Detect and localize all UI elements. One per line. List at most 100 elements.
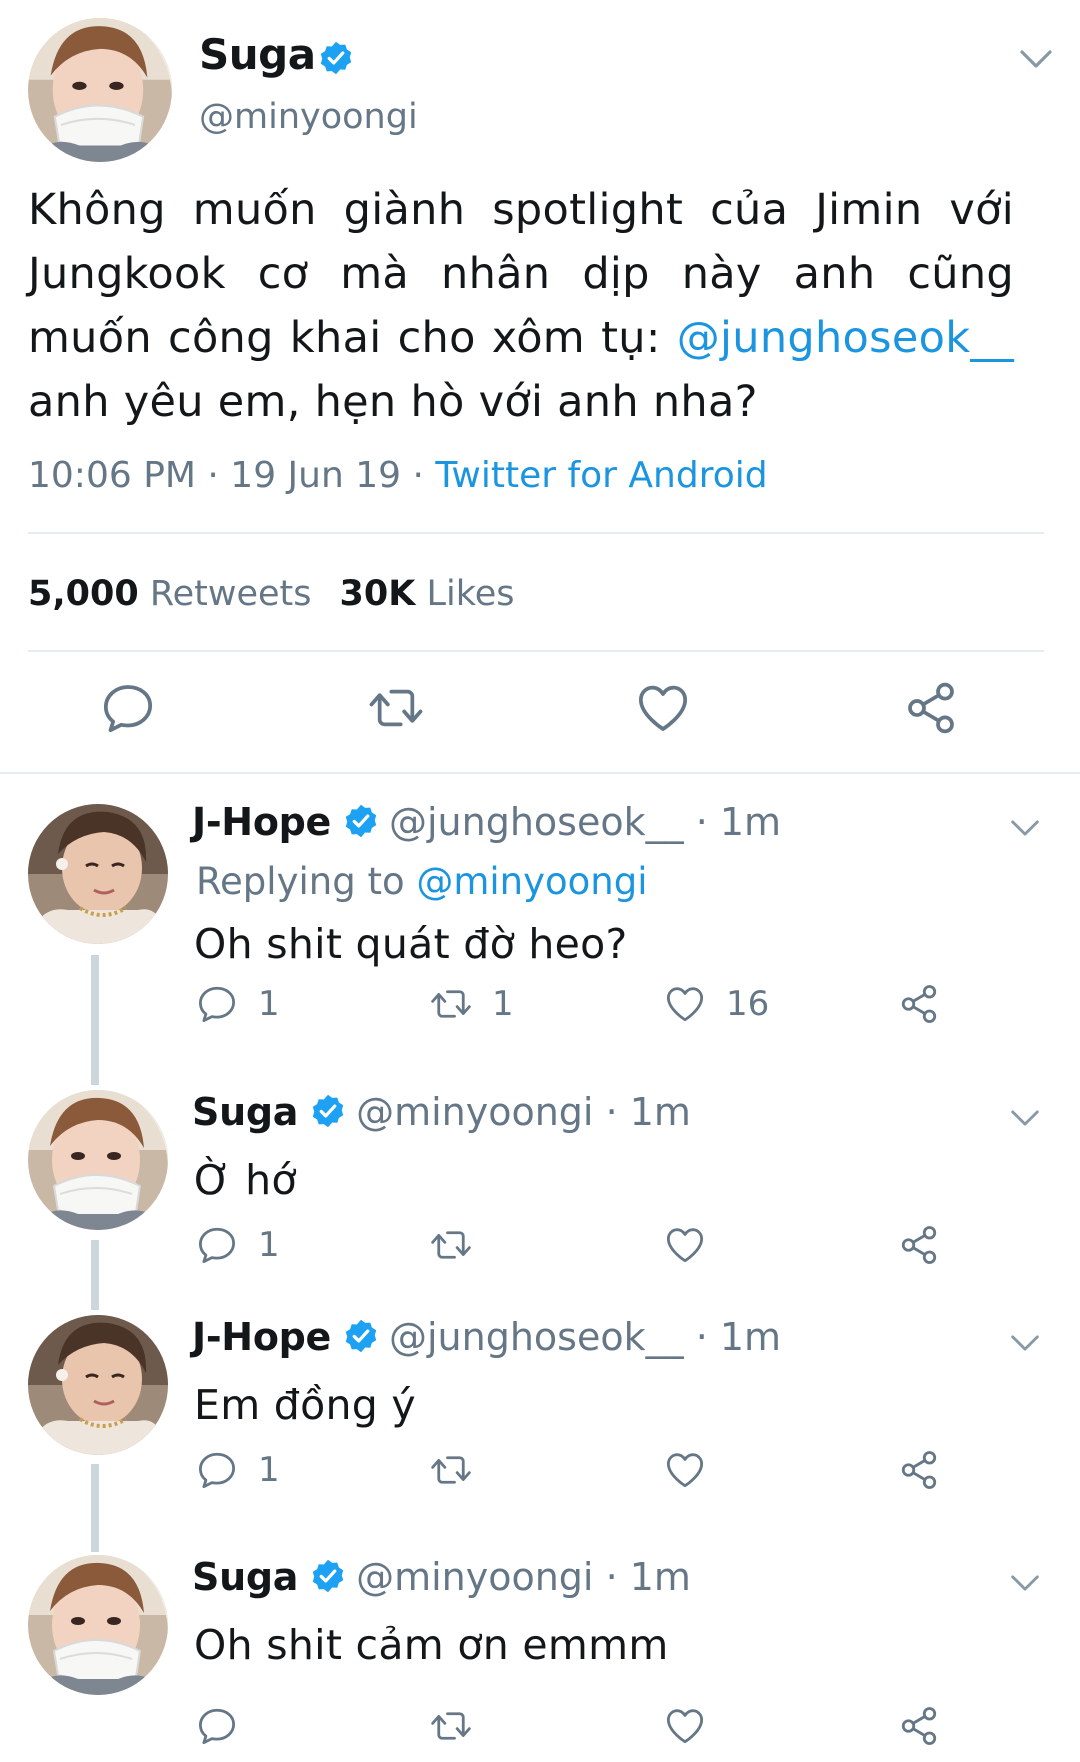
reply-text: Em đồng ý — [194, 1381, 416, 1429]
likes-label: Likes — [426, 574, 515, 614]
share-icon — [898, 1224, 940, 1266]
author-name[interactable]: Suga — [199, 30, 316, 79]
retweets-stat[interactable]: 5,000 Retweets — [28, 574, 312, 614]
share-button[interactable] — [898, 983, 940, 1025]
avatar-image — [28, 18, 172, 162]
share-button[interactable] — [898, 1449, 940, 1491]
retweet-icon — [430, 1224, 472, 1266]
reply-text: Oh shit cảm ơn emmm — [194, 1621, 669, 1669]
reply-actions — [0, 1705, 1080, 1755]
reply-header: Suga @minyoongi · 1m — [192, 1090, 691, 1134]
likes-count: 30K — [339, 574, 416, 614]
reply-text: Ờ hớ — [194, 1156, 297, 1204]
share-icon[interactable] — [903, 680, 959, 736]
share-button[interactable] — [898, 1224, 940, 1266]
tweet-source-link[interactable]: Twitter for Android — [435, 455, 767, 496]
retweet-icon[interactable] — [368, 680, 424, 736]
reply-text: Oh shit quát đờ heo? — [194, 920, 628, 968]
avatar-image — [28, 1555, 168, 1695]
avatar-image — [28, 804, 168, 944]
avatar[interactable] — [28, 1555, 168, 1695]
avatar-image — [28, 1315, 168, 1455]
retweets-count: 5,000 — [28, 574, 139, 614]
retweet-count: 1 — [492, 984, 514, 1024]
likes-stat[interactable]: 30K Likes — [340, 574, 515, 614]
retweet-button[interactable] — [430, 1224, 472, 1266]
avatar[interactable] — [28, 1090, 168, 1230]
heart-icon — [664, 983, 706, 1025]
verified-badge-icon — [343, 803, 379, 839]
share-button[interactable] — [898, 1705, 940, 1747]
reply-button[interactable]: 1 — [196, 1224, 280, 1266]
share-icon — [898, 1449, 940, 1491]
divider — [28, 532, 1044, 534]
reply-actions: 1 — [0, 1224, 1080, 1274]
author-handle[interactable]: @minyoongi · 1m — [356, 1555, 691, 1599]
reply-count: 1 — [258, 1225, 280, 1265]
chevron-down-icon[interactable] — [1010, 818, 1040, 838]
author-handle[interactable]: @junghoseok__ · 1m — [389, 1315, 781, 1359]
reply-count: 1 — [258, 984, 280, 1024]
verified-badge-icon — [310, 1558, 346, 1594]
chevron-down-icon[interactable] — [1019, 48, 1053, 70]
avatar[interactable] — [28, 804, 168, 944]
avatar-image — [28, 1090, 168, 1230]
avatar[interactable] — [28, 18, 172, 162]
like-button[interactable] — [664, 1449, 706, 1491]
divider — [0, 772, 1080, 774]
author-handle[interactable]: @minyoongi · 1m — [356, 1090, 691, 1134]
retweet-button[interactable] — [430, 1705, 472, 1747]
reply-header: J-Hope @junghoseok__ · 1m — [192, 1315, 781, 1359]
main-tweet: Suga @minyoongi Không muốn giành spotlig… — [0, 0, 1080, 780]
retweet-icon — [430, 1705, 472, 1747]
retweet-icon — [430, 1449, 472, 1491]
author-handle[interactable]: @minyoongi — [199, 97, 418, 137]
reply-button[interactable]: 1 — [196, 983, 280, 1025]
share-icon — [898, 1705, 940, 1747]
verified-badge-icon — [310, 1093, 346, 1129]
mention-link[interactable]: @junghoseok__ — [677, 313, 1014, 363]
like-button[interactable] — [664, 1705, 706, 1747]
reply-actions: 1 1 16 — [0, 983, 1080, 1033]
author-name[interactable]: J-Hope — [192, 800, 331, 844]
reply-header: J-Hope @junghoseok__ · 1m — [192, 800, 781, 844]
tweet-meta: 10:06 PM · 19 Jun 19 · Twitter for Andro… — [28, 455, 768, 496]
tweet-stats: 5,000 Retweets 30K Likes — [28, 574, 515, 614]
like-button[interactable] — [664, 1224, 706, 1266]
reply-button[interactable]: 1 — [196, 1449, 280, 1491]
reply-actions: 1 — [0, 1449, 1080, 1499]
retweet-icon — [430, 983, 472, 1025]
author-handle[interactable]: @junghoseok__ · 1m — [389, 800, 781, 844]
heart-icon — [664, 1705, 706, 1747]
divider — [28, 650, 1044, 652]
tweet-text: Không muốn giành spotlight của Jimin với… — [28, 178, 1014, 434]
chevron-down-icon[interactable] — [1010, 1333, 1040, 1353]
like-button[interactable]: 16 — [664, 983, 769, 1025]
like-count: 16 — [726, 984, 770, 1024]
verified-badge-icon — [343, 1318, 379, 1354]
heart-icon — [664, 1224, 706, 1266]
tweet-timestamp: 10:06 PM · 19 Jun 19 · — [28, 455, 436, 496]
replying-label: Replying to — [196, 860, 417, 903]
replying-to: Replying to @minyoongi — [196, 860, 648, 903]
tweet-text-part: anh yêu em, hẹn hò với anh nha? — [28, 377, 758, 427]
author-name[interactable]: Suga — [192, 1555, 298, 1599]
share-icon — [898, 983, 940, 1025]
reply-count: 1 — [258, 1450, 280, 1490]
author-name[interactable]: Suga — [192, 1090, 298, 1134]
reply-button[interactable] — [196, 1705, 238, 1747]
retweet-button[interactable] — [430, 1449, 472, 1491]
chevron-down-icon[interactable] — [1010, 1108, 1040, 1128]
author-name[interactable]: J-Hope — [192, 1315, 331, 1359]
retweet-button[interactable]: 1 — [430, 983, 514, 1025]
chevron-down-icon[interactable] — [1010, 1573, 1040, 1593]
reply-header: Suga @minyoongi · 1m — [192, 1555, 691, 1599]
reply-icon[interactable] — [100, 680, 156, 736]
avatar[interactable] — [28, 1315, 168, 1455]
reply-icon — [196, 983, 238, 1025]
tweet-actions — [0, 680, 1080, 750]
reply-icon — [196, 1705, 238, 1747]
verified-badge-icon — [318, 40, 354, 76]
heart-icon[interactable] — [635, 680, 691, 736]
mention-link[interactable]: @minyoongi — [416, 860, 647, 903]
